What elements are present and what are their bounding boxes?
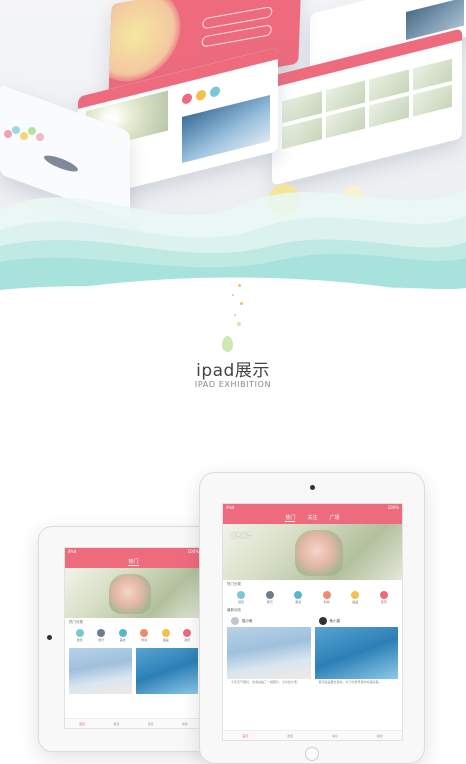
- tab-home[interactable]: 首页: [79, 722, 85, 726]
- decor-dot: [232, 294, 234, 296]
- status-bar: iPad 100%: [223, 504, 402, 511]
- category-row: 摄影 旅行 美食 时尚 插画 音乐: [223, 589, 402, 606]
- avatar: [231, 617, 239, 625]
- category-item[interactable]: 时尚: [322, 591, 331, 604]
- ipad-portrait-mockup: iPad 100% 热门 关注 广场 蓝色海洋 热门分类 摄影 旅行 美食 时尚 …: [199, 472, 425, 764]
- tab-home[interactable]: 首页: [242, 734, 248, 738]
- section-subtitle: IPAD EXHIBITION: [194, 380, 272, 389]
- category-item[interactable]: 摄影: [237, 591, 246, 604]
- section-title: ipad展示: [196, 361, 270, 381]
- category-item[interactable]: 插画: [161, 629, 170, 642]
- feed-photo[interactable]: [227, 627, 311, 679]
- app-navbar: 热门 关注 广场: [223, 511, 402, 524]
- feed-grid: 猫小鱼 今天天气很好，去海边拍了一组照片，分享给大家。 鱼小猫 夏天就是要去游泳…: [223, 615, 402, 687]
- ipad-showcase-page: ipad展示 IPAD EXHIBITION iPad 100% 热门 热门分类 …: [0, 0, 466, 764]
- category-item[interactable]: 美食: [118, 629, 127, 642]
- leaf-drop-icon: [222, 336, 233, 352]
- category-item[interactable]: 旅行: [265, 591, 274, 604]
- category-label: 热门分类: [227, 582, 241, 586]
- portrait-photo: [109, 574, 151, 614]
- tab-square[interactable]: 广场: [330, 514, 340, 521]
- category-item[interactable]: 摄影: [75, 629, 84, 642]
- hero-banner: [0, 0, 466, 312]
- decor-dot: [240, 302, 243, 305]
- category-item[interactable]: 音乐: [379, 591, 388, 604]
- ipad-landscape-mockup: iPad 100% 热门 热门分类 摄影 旅行 美食 时尚 插画 音乐 首页 发…: [38, 526, 218, 752]
- decor-dot: [238, 284, 241, 287]
- app-navbar: 热门: [65, 555, 202, 568]
- category-dot-icon: [182, 92, 192, 106]
- category-dot-icon: [196, 89, 206, 102]
- home-button: [305, 747, 319, 761]
- feed-user[interactable]: 鱼小猫: [315, 615, 399, 627]
- tab-hot[interactable]: 热门: [285, 514, 296, 522]
- hero-carousel[interactable]: [65, 568, 202, 618]
- feed-user[interactable]: 猫小鱼: [227, 615, 311, 627]
- tab-discover[interactable]: 发现: [287, 734, 293, 738]
- feed-photo[interactable]: [135, 648, 198, 694]
- category-item[interactable]: 音乐: [183, 629, 192, 642]
- tab-me[interactable]: 我的: [377, 734, 383, 738]
- decor-dot: [234, 314, 236, 316]
- tab-me[interactable]: 我的: [182, 722, 188, 726]
- ipad-screen: iPad 100% 热门 热门分类 摄影 旅行 美食 时尚 插画 音乐 首页 发…: [64, 547, 203, 729]
- category-dot-icon: [210, 85, 220, 99]
- decor-dot: [237, 322, 241, 326]
- category-item[interactable]: 美食: [294, 591, 303, 604]
- category-label: 热门分类: [69, 620, 83, 624]
- category-item[interactable]: 旅行: [97, 629, 106, 642]
- tab-follow[interactable]: 关注: [307, 514, 317, 521]
- bottom-tabbar: 首页 发现 消息 我的: [65, 718, 202, 728]
- feed-photo[interactable]: [314, 627, 398, 679]
- bottom-tabbar: 首页 发现 消息 我的: [223, 730, 402, 740]
- hero-carousel[interactable]: 蓝色海洋: [223, 524, 402, 580]
- category-row: 摄影 旅行 美食 时尚 插画 音乐: [65, 627, 202, 644]
- camera-icon: [310, 485, 315, 490]
- camera-icon: [47, 635, 52, 640]
- tab-message[interactable]: 消息: [332, 734, 338, 738]
- banner-brand: 蓝色海洋: [231, 533, 252, 539]
- category-item[interactable]: 插画: [351, 591, 360, 604]
- ipad-screen: iPad 100% 热门 关注 广场 蓝色海洋 热门分类 摄影 旅行 美食 时尚 …: [222, 503, 403, 741]
- avatar: [318, 617, 327, 625]
- category-item[interactable]: 时尚: [140, 629, 149, 642]
- feed-caption: 今天天气很好，去海边拍了一组照片，分享给大家。: [231, 680, 301, 684]
- feed-photo[interactable]: [69, 648, 132, 694]
- pastel-waves: [0, 190, 466, 312]
- status-bar: iPad 100%: [65, 548, 202, 555]
- tab-hot[interactable]: 热门: [128, 558, 139, 566]
- feed-grid: [65, 648, 202, 694]
- tab-message[interactable]: 消息: [148, 722, 154, 726]
- tab-discover[interactable]: 发现: [113, 722, 119, 726]
- portrait-photo: [295, 530, 343, 576]
- feed-label: 最新动态: [227, 608, 241, 612]
- feed-caption: 夏天就是要去游泳，水下的世界真的好美好美。: [318, 680, 382, 684]
